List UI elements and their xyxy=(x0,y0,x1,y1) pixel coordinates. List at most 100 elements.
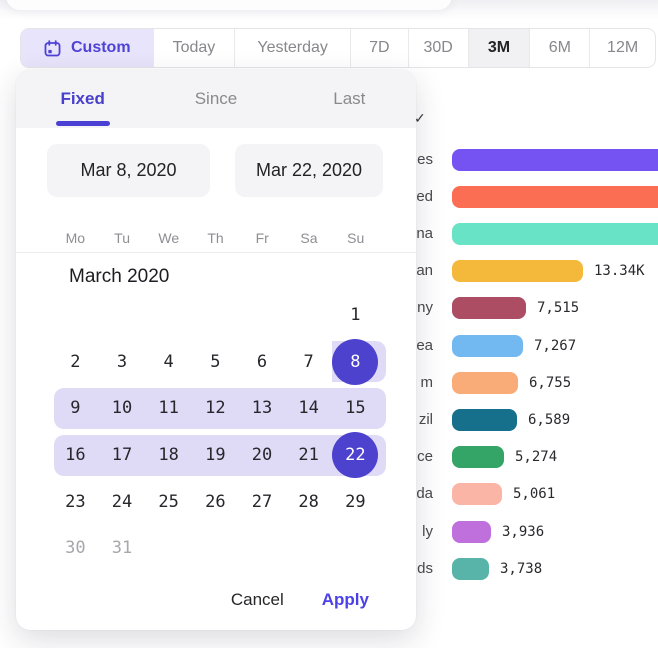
day-23[interactable]: 23 xyxy=(52,478,99,525)
range-button-3m[interactable]: 3M xyxy=(468,29,530,67)
day-number: 19 xyxy=(205,445,225,465)
cancel-button[interactable]: Cancel xyxy=(231,590,284,610)
calendar-week: 9 10 11 12 1314 15 xyxy=(52,385,379,432)
tab-since[interactable]: Since xyxy=(149,70,282,128)
tab-last-label: Last xyxy=(333,89,365,109)
bar xyxy=(452,483,502,505)
day-22[interactable]: 22 xyxy=(332,432,379,479)
day-28[interactable]: 28 xyxy=(285,478,332,525)
day-number: 27 xyxy=(252,492,272,512)
day-number: 25 xyxy=(158,492,178,512)
day-12[interactable]: 12 xyxy=(192,385,239,432)
day-number: 4 xyxy=(164,352,174,372)
range-button-7d[interactable]: 7D xyxy=(350,29,408,67)
day-number: 31 xyxy=(112,538,132,558)
bar xyxy=(452,260,583,282)
end-date-input[interactable]: Mar 22, 2020 xyxy=(235,144,383,197)
day-14[interactable]: 14 xyxy=(285,385,332,432)
day-number: 22 xyxy=(345,445,365,465)
tab-last[interactable]: Last xyxy=(283,70,416,128)
day-number: 15 xyxy=(345,398,365,418)
day-7[interactable]: 7 xyxy=(285,339,332,386)
tab-fixed[interactable]: Fixed xyxy=(16,70,149,128)
bar xyxy=(452,223,658,245)
day-20[interactable]: 20 xyxy=(239,432,286,479)
weekday-row: MoTuWeThFrSaSu xyxy=(52,227,379,249)
day-27[interactable]: 27 xyxy=(239,478,286,525)
day-16[interactable]: 16 xyxy=(52,432,99,479)
day-10[interactable]: 10 xyxy=(99,385,146,432)
day-number: 24 xyxy=(112,492,132,512)
day-1[interactable]: 1 xyxy=(332,292,379,339)
bar xyxy=(452,372,518,394)
day-9[interactable]: 9 xyxy=(52,385,99,432)
bar-value: 3,738 xyxy=(500,557,542,581)
range-button-6m[interactable]: 6M xyxy=(529,29,589,67)
day-4[interactable]: 4 xyxy=(145,339,192,386)
calendar-grid: 1234567891011121314151617181920212223242… xyxy=(52,292,379,572)
weekday-label: Su xyxy=(332,227,379,249)
bar xyxy=(452,297,526,319)
bar xyxy=(452,521,491,543)
tab-since-label: Since xyxy=(195,89,238,109)
day-17[interactable]: 17 xyxy=(99,432,146,479)
day-number: 5 xyxy=(210,352,220,372)
day-25[interactable]: 25 xyxy=(145,478,192,525)
range-button-today[interactable]: Today xyxy=(153,29,235,67)
bar xyxy=(452,335,523,357)
day-18[interactable]: 18 xyxy=(145,432,192,479)
day-number: 11 xyxy=(158,398,178,418)
calendar-week: 30 31 xyxy=(52,525,379,572)
bar xyxy=(452,149,658,171)
apply-button[interactable]: Apply xyxy=(322,590,369,610)
day-number: 23 xyxy=(65,492,85,512)
day-2[interactable]: 2 xyxy=(52,339,99,386)
range-button-label: Custom xyxy=(71,39,131,57)
day-number: 16 xyxy=(65,445,85,465)
range-button-yesterday[interactable]: Yesterday xyxy=(234,29,350,67)
weekday-label: Sa xyxy=(286,227,333,249)
day-number: 7 xyxy=(304,352,314,372)
bar-value: 6,755 xyxy=(529,371,571,395)
day-number: 18 xyxy=(158,445,178,465)
day-31[interactable]: 31 xyxy=(99,525,146,572)
divider xyxy=(16,252,416,253)
calendar-week: 1 xyxy=(52,292,379,339)
day-3[interactable]: 3 xyxy=(99,339,146,386)
day-5[interactable]: 5 xyxy=(192,339,239,386)
bar xyxy=(452,446,504,468)
range-button-12m[interactable]: 12M xyxy=(589,29,655,67)
date-picker-popup: Fixed Since Last Mar 8, 2020 Mar 22, 202… xyxy=(16,70,416,630)
bar-value: 7,515 xyxy=(537,296,579,320)
bar-value: 5,274 xyxy=(515,445,557,469)
range-button-custom[interactable]: Custom xyxy=(21,29,153,67)
day-number: 9 xyxy=(70,398,80,418)
day-24[interactable]: 24 xyxy=(99,478,146,525)
day-number: 12 xyxy=(205,398,225,418)
day-8[interactable]: 8 xyxy=(332,339,379,386)
bar-value: 7,267 xyxy=(534,334,576,358)
day-15[interactable]: 15 xyxy=(332,385,379,432)
weekday-label: We xyxy=(145,227,192,249)
day-number: 2 xyxy=(70,352,80,372)
bar-value: 6,589 xyxy=(528,408,570,432)
calendar-icon xyxy=(43,39,62,58)
day-number: 10 xyxy=(112,398,132,418)
day-30[interactable]: 30 xyxy=(52,525,99,572)
bar-value: 5,061 xyxy=(513,482,555,506)
start-date-input[interactable]: Mar 8, 2020 xyxy=(47,144,210,197)
day-21[interactable]: 21 xyxy=(285,432,332,479)
day-19[interactable]: 19 xyxy=(192,432,239,479)
range-button-30d[interactable]: 30D xyxy=(408,29,468,67)
day-number: 17 xyxy=(112,445,132,465)
day-number: 6 xyxy=(257,352,267,372)
day-11[interactable]: 11 xyxy=(145,385,192,432)
day-13[interactable]: 13 xyxy=(239,385,286,432)
month-title: March 2020 xyxy=(69,266,169,288)
day-29[interactable]: 29 xyxy=(332,478,379,525)
day-26[interactable]: 26 xyxy=(192,478,239,525)
day-6[interactable]: 6 xyxy=(239,339,286,386)
day-number: 29 xyxy=(345,492,365,512)
weekday-label: Tu xyxy=(99,227,146,249)
date-picker-tabs: Fixed Since Last xyxy=(16,70,416,128)
